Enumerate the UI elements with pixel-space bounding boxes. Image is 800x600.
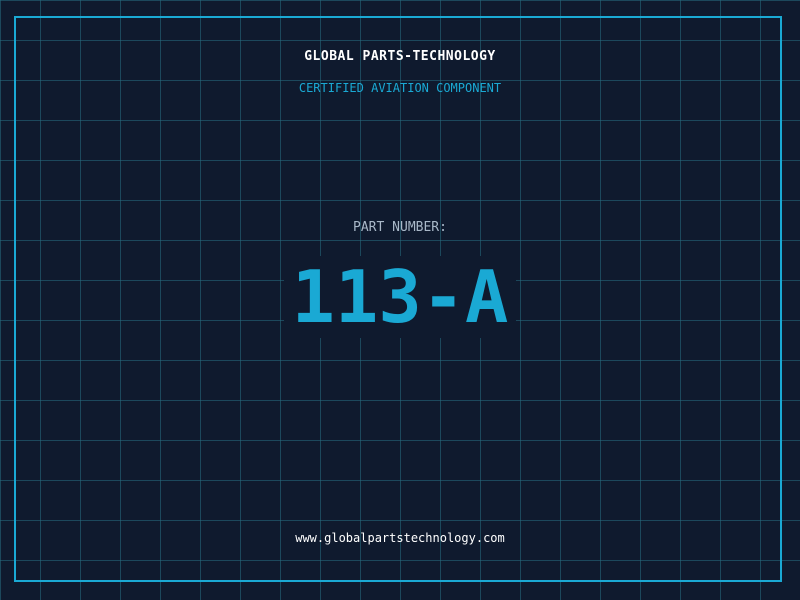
tagline: CERTIFIED AVIATION COMPONENT — [298, 81, 502, 95]
part-number-label: PART NUMBER: — [353, 220, 447, 235]
blueprint-canvas: GLOBAL PARTS-TECHNOLOGY CERTIFIED AVIATI… — [0, 0, 800, 600]
website-url: www.globalpartstechnology.com — [295, 531, 505, 545]
part-number-value: 113-A — [291, 255, 509, 339]
brand-title: GLOBAL PARTS-TECHNOLOGY — [304, 49, 496, 64]
